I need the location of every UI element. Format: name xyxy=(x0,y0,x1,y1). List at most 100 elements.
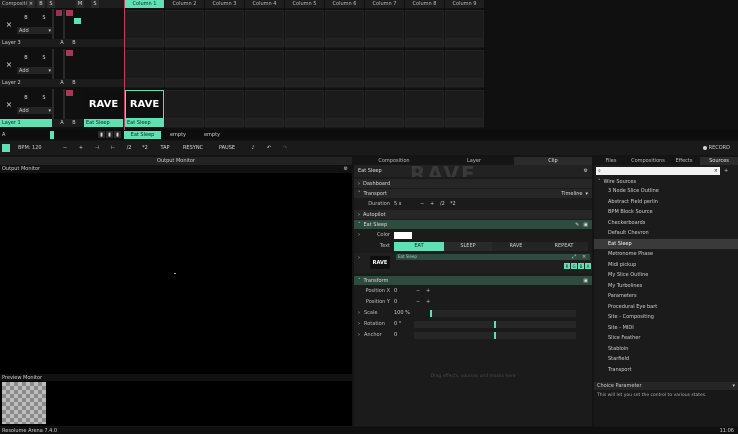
column-header[interactable]: Column 2 xyxy=(165,0,204,8)
clip-slot-column-1[interactable]: RAVE xyxy=(125,90,164,119)
tab-layer[interactable]: Layer xyxy=(434,157,514,165)
a-button[interactable]: A xyxy=(56,40,68,46)
position-y-value[interactable]: 0 xyxy=(390,299,416,305)
grid-icon[interactable] xyxy=(2,144,10,152)
undo-icon[interactable]: ↶ xyxy=(262,143,276,153)
list-item[interactable]: Midi pickup xyxy=(594,260,738,271)
b-button[interactable]: B xyxy=(68,120,80,126)
tab-files[interactable]: Files xyxy=(594,157,628,165)
duration-value[interactable]: 5 s xyxy=(390,201,420,207)
list-item[interactable]: Abstract Field perlin xyxy=(594,197,738,208)
text-option-eat[interactable]: EAT xyxy=(394,241,444,251)
tab-composition[interactable]: Composition xyxy=(354,157,434,165)
anchor-slider-handle[interactable] xyxy=(494,331,496,339)
channel-a[interactable]: A xyxy=(585,263,591,269)
list-item[interactable]: My Slice Outline xyxy=(594,270,738,281)
bpm-value[interactable]: BPM: 120 xyxy=(18,145,58,151)
b-button[interactable]: B xyxy=(68,80,80,86)
deck-control-icon[interactable]: ▮ xyxy=(114,131,121,138)
anchor-value[interactable]: 0 xyxy=(390,332,414,338)
list-item[interactable]: Site - Compositing xyxy=(594,312,738,323)
deck-a-label[interactable]: A xyxy=(0,132,50,138)
plus-button[interactable]: + xyxy=(426,299,436,305)
scale-value[interactable]: 100 % xyxy=(390,310,430,316)
edit-icon[interactable]: ✎ xyxy=(575,222,579,228)
close-icon[interactable]: × xyxy=(582,254,586,260)
rotation-value[interactable]: 0 ° xyxy=(390,321,414,327)
tab-clip[interactable]: Clip xyxy=(514,157,592,165)
add-icon[interactable]: + xyxy=(724,168,728,174)
list-item[interactable]: Transport xyxy=(594,365,738,376)
tab-effects[interactable]: Effects xyxy=(668,157,700,165)
section-autopilot[interactable]: › Autopilot xyxy=(354,210,592,219)
text-option-repeat[interactable]: REPEAT xyxy=(540,241,588,251)
s-button[interactable]: S xyxy=(91,0,99,8)
list-item[interactable]: BPM Block Source xyxy=(594,207,738,218)
transport-mode-dropdown[interactable]: Timeline ▾ xyxy=(561,191,588,197)
layer-fader[interactable] xyxy=(52,9,54,39)
clip-label[interactable]: Eat Sleep xyxy=(125,119,164,127)
tab-sources[interactable]: Sources xyxy=(700,157,738,165)
rotation-slider-handle[interactable] xyxy=(494,320,496,328)
add-dropdown[interactable]: Add ▾ xyxy=(17,107,53,114)
channel-r[interactable]: R xyxy=(564,263,570,269)
deck-tab[interactable]: empty xyxy=(161,131,195,139)
clip-label[interactable]: Eat Sleep xyxy=(84,119,123,127)
solo-button[interactable]: S xyxy=(37,91,51,105)
deck-tab[interactable]: Eat Sleep xyxy=(124,130,161,139)
list-item[interactable]: 3 Node Slice Outline xyxy=(594,186,738,197)
channel-g[interactable]: G xyxy=(571,263,577,269)
metronome-icon[interactable]: ♪ xyxy=(246,143,260,153)
list-item[interactable]: Site - MIDI xyxy=(594,323,738,334)
preview-monitor[interactable] xyxy=(2,382,46,424)
column-header[interactable]: Column 7 xyxy=(365,0,404,8)
list-item[interactable]: Default Chevron xyxy=(594,228,738,239)
plus-button[interactable]: + xyxy=(430,201,440,207)
color-swatch[interactable] xyxy=(394,231,412,239)
a-button[interactable]: A xyxy=(56,120,68,126)
list-item[interactable]: Stabloin xyxy=(594,344,738,355)
clear-layer-button[interactable]: × xyxy=(2,97,16,111)
minus-button[interactable]: − xyxy=(420,201,430,207)
clear-search-icon[interactable]: × xyxy=(714,168,718,174)
column-header[interactable]: Column 4 xyxy=(245,0,284,8)
div2-button[interactable]: /2 xyxy=(122,143,136,153)
mul2-button[interactable]: *2 xyxy=(138,143,152,153)
a-button[interactable]: A xyxy=(56,80,68,86)
add-dropdown[interactable]: Add ▾ xyxy=(17,27,53,34)
pin-icon[interactable]: ▣ xyxy=(583,222,588,228)
b-button[interactable]: B xyxy=(68,40,80,46)
layer-fader[interactable] xyxy=(63,89,65,119)
source-group[interactable]: Wire Sources xyxy=(604,179,637,185)
text-option-rave[interactable]: RAVE xyxy=(492,241,540,251)
deck-control-icon[interactable]: ▮ xyxy=(106,131,113,138)
list-item[interactable]: Starfield xyxy=(594,354,738,365)
section-transform[interactable]: ˅ Transform ▣ xyxy=(354,276,592,285)
s-button[interactable]: S xyxy=(47,0,55,8)
search-input[interactable] xyxy=(603,168,704,174)
x-button[interactable]: × xyxy=(27,0,35,8)
gear-icon[interactable]: ⚙ xyxy=(344,166,348,172)
minus-button[interactable]: − xyxy=(416,288,426,294)
anchor-slider[interactable] xyxy=(414,331,576,339)
section-transport[interactable]: ˅ Transport Timeline ▾ xyxy=(354,189,592,198)
add-dropdown[interactable]: Add ▾ xyxy=(17,67,53,74)
b-button[interactable]: B xyxy=(37,0,45,8)
list-item[interactable]: Checkerboards xyxy=(594,218,738,229)
deck-control-icon[interactable]: ▮ xyxy=(98,131,105,138)
m-button[interactable]: M xyxy=(76,0,84,8)
list-item[interactable]: Metronome Phase xyxy=(594,249,738,260)
bypass-button[interactable]: B xyxy=(19,51,33,65)
pin-icon[interactable]: ▣ xyxy=(583,278,588,284)
gear-icon[interactable]: ⚙ xyxy=(584,168,588,174)
column-header[interactable]: Column 5 xyxy=(285,0,324,8)
layer-name[interactable]: Layer 2 xyxy=(0,80,56,86)
scale-slider-handle[interactable] xyxy=(430,309,432,317)
position-x-value[interactable]: 0 xyxy=(390,288,416,294)
layer-fader[interactable] xyxy=(52,89,54,119)
bypass-button[interactable]: B xyxy=(19,91,33,105)
effect-thumb[interactable]: RAVE xyxy=(370,256,390,269)
bypass-button[interactable]: B xyxy=(19,11,33,25)
solo-button[interactable]: S xyxy=(37,51,51,65)
deck-tab[interactable]: empty xyxy=(195,131,229,139)
